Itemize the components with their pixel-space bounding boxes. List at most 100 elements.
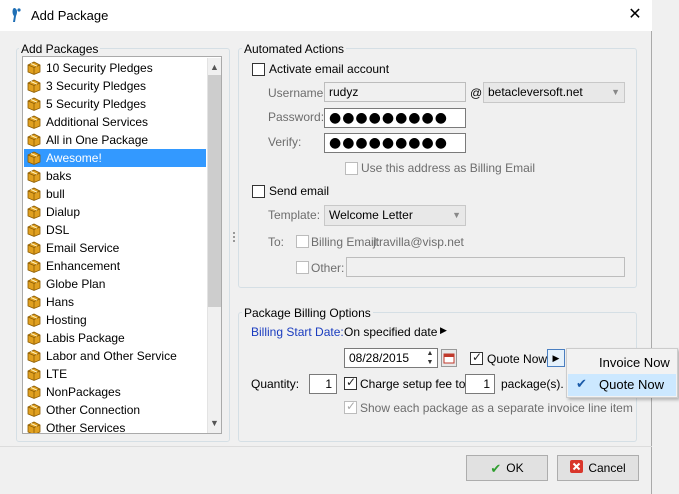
list-item-label: Awesome! [46, 151, 102, 165]
close-icon[interactable]: ✕ [626, 6, 644, 24]
list-item-label: Other Services [46, 421, 126, 434]
template-select[interactable]: Welcome Letter ▼ [324, 205, 466, 226]
list-item[interactable]: baks [24, 167, 206, 185]
calendar-icon[interactable] [441, 349, 457, 367]
footer-divider [0, 446, 652, 447]
app-footprint-icon [12, 8, 21, 22]
template-value: Welcome Letter [329, 208, 413, 222]
separate-line-checkbox[interactable] [344, 399, 357, 414]
other-email-field[interactable] [346, 257, 625, 277]
list-item[interactable]: Labis Package [24, 329, 206, 347]
template-label: Template: [268, 208, 321, 222]
list-item[interactable]: Hosting [24, 311, 206, 329]
to-other-checkbox[interactable] [296, 261, 309, 274]
list-item-label: 3 Security Pledges [46, 79, 147, 93]
package-box-icon [27, 331, 41, 345]
at-sign: @ [470, 86, 483, 100]
verify-label: Verify: [268, 135, 302, 149]
splitter-handle[interactable] [233, 232, 236, 242]
dialog-title: Add Package [31, 8, 109, 23]
username-field[interactable]: rudyz [324, 82, 466, 102]
setup-packages-field[interactable]: 1 [465, 374, 495, 394]
list-item[interactable]: Globe Plan [24, 275, 206, 293]
to-billing-email-label: Billing Email: [311, 235, 380, 249]
quote-mode-menu-button[interactable]: ▶ [547, 349, 565, 367]
cancel-button[interactable]: Cancel [557, 455, 639, 481]
list-item-label: Enhancement [46, 259, 121, 273]
use-billing-email-label: Use this address as Billing Email [361, 161, 536, 175]
list-item-label: Hosting [46, 313, 87, 327]
to-billing-email-checkbox[interactable] [296, 235, 309, 248]
list-item-label: All in One Package [46, 133, 149, 147]
password-field[interactable]: ●●●●●●●●● [324, 108, 466, 128]
list-item-label: Other Connection [46, 403, 141, 417]
charge-setup-checkbox[interactable] [344, 375, 357, 390]
date-spinner-icon[interactable]: ▲ ▼ [423, 349, 437, 367]
packages-suffix: package(s). [501, 377, 564, 391]
list-item[interactable]: All in One Package [24, 131, 206, 149]
list-item[interactable]: 10 Security Pledges [24, 59, 206, 77]
domain-value: betacleversoft.net [488, 85, 583, 99]
activate-email-checkbox[interactable] [252, 63, 265, 76]
list-item[interactable]: Other Services [24, 419, 206, 434]
chevron-down-icon: ▼ [611, 87, 620, 97]
list-item-label: LTE [46, 367, 68, 381]
list-item[interactable]: Enhancement [24, 257, 206, 275]
send-email-label: Send email [269, 184, 330, 198]
billing-options-legend: Package Billing Options [242, 306, 373, 320]
verify-password-field[interactable]: ●●●●●●●●● [324, 133, 466, 153]
menu-item-quote-now[interactable]: ✔ Quote Now [568, 374, 676, 396]
package-box-icon [27, 277, 41, 291]
domain-select[interactable]: betacleversoft.net ▼ [483, 82, 625, 103]
package-box-icon [27, 403, 41, 417]
to-billing-email-value: jtravilla@visp.net [373, 235, 464, 249]
use-billing-email-checkbox[interactable] [345, 162, 358, 175]
package-box-icon [27, 241, 41, 255]
separate-line-label: Show each package as a separate invoice … [360, 401, 633, 415]
scroll-up-icon[interactable]: ▲ [207, 59, 221, 75]
list-item[interactable]: Dialup [24, 203, 206, 221]
list-item[interactable]: bull [24, 185, 206, 203]
list-item[interactable]: Hans [24, 293, 206, 311]
package-box-icon [27, 205, 41, 219]
list-item[interactable]: NonPackages [24, 383, 206, 401]
package-box-icon [27, 61, 41, 75]
send-email-checkbox[interactable] [252, 185, 265, 198]
package-box-icon [27, 349, 41, 363]
package-list[interactable]: 10 Security Pledges 3 Security Pledges 5 S… [22, 56, 222, 434]
quote-now-checkbox[interactable] [470, 350, 483, 365]
list-item[interactable]: Awesome! [24, 149, 206, 167]
scroll-thumb[interactable] [208, 75, 221, 307]
chevron-down-icon: ▼ [452, 210, 461, 220]
package-box-icon [27, 223, 41, 237]
package-box-icon [27, 133, 41, 147]
list-item[interactable]: Other Connection [24, 401, 206, 419]
quantity-field[interactable]: 1 [309, 374, 337, 394]
package-box-icon [27, 169, 41, 183]
ok-button[interactable]: ✔ OK [466, 455, 548, 481]
list-item[interactable]: Additional Services [24, 113, 206, 131]
quantity-label: Quantity: [251, 377, 300, 391]
quote-mode-popup-menu: Invoice Now ✔ Quote Now [566, 348, 678, 398]
list-item[interactable]: Labor and Other Service [24, 347, 206, 365]
package-box-icon [27, 151, 41, 165]
menu-arrow-icon: ▶ [552, 353, 560, 363]
package-box-icon [27, 313, 41, 327]
checkmark-icon: ✔ [576, 377, 587, 392]
list-item[interactable]: 5 Security Pledges [24, 95, 206, 113]
list-item[interactable]: DSL [24, 221, 206, 239]
list-item[interactable]: LTE [24, 365, 206, 383]
password-label: Password: [268, 110, 325, 124]
username-label: Username: [268, 86, 327, 100]
scroll-down-icon[interactable]: ▼ [207, 415, 221, 431]
menu-item-invoice-now[interactable]: Invoice Now [568, 352, 676, 374]
package-box-icon [27, 421, 41, 433]
list-item-label: Labis Package [46, 331, 125, 345]
list-item[interactable]: Email Service [24, 239, 206, 257]
to-other-label: Other: [311, 261, 345, 275]
list-item-label: bull [46, 187, 65, 201]
menu-item-invoice-now-label: Invoice Now [599, 355, 670, 370]
start-mode-arrow-icon[interactable]: ▶ [440, 325, 447, 336]
billing-start-mode[interactable]: On specified date [344, 325, 437, 339]
list-item[interactable]: 3 Security Pledges [24, 77, 206, 95]
